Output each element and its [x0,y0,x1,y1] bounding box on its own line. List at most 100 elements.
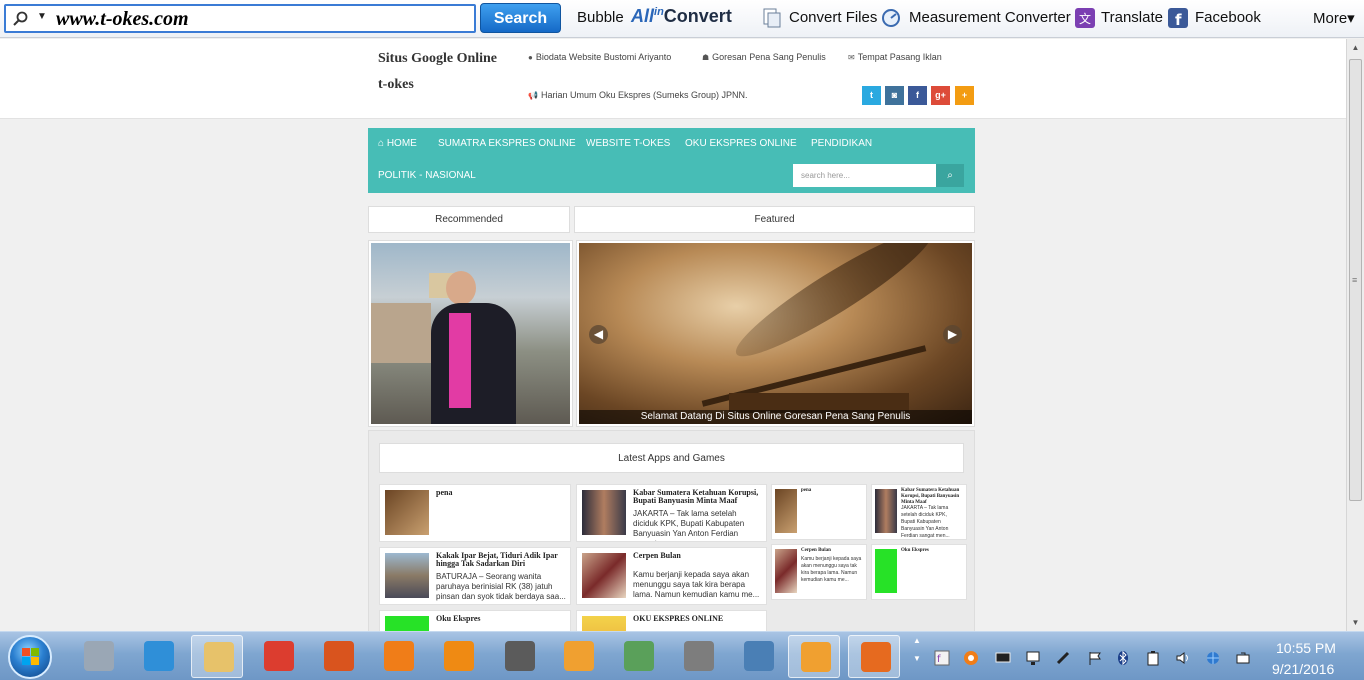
facebook-social-icon[interactable]: f [908,86,927,105]
network-monitor-taskbar-button[interactable] [732,635,784,678]
post-card[interactable]: OKU EKSPRES ONLINE [576,610,767,631]
vlc-taskbar-button[interactable] [432,635,484,678]
display-tray-icon[interactable] [995,650,1011,666]
post-title[interactable]: Oku Ekspres [436,615,566,623]
post-title[interactable]: Cerpen Bulan [633,552,762,560]
nav-politik[interactable]: POLITIK - NASIONAL [378,170,476,181]
nav-pendidikan[interactable]: PENDIDIKAN [811,138,872,149]
media-player-taskbar-button[interactable] [552,635,604,678]
featured-slider[interactable]: ◀ ▶ Selamat Datang Di Situs Online Gores… [576,240,975,427]
convert-files-link[interactable]: Convert Files [789,9,877,26]
flag-tray-icon[interactable] [1087,650,1103,666]
post-title[interactable]: pena [436,489,566,497]
photoscape-taskbar-button[interactable] [672,635,724,678]
post-card[interactable]: Oku Ekspres [379,610,571,631]
start-button[interactable] [8,635,52,679]
tab-featured[interactable]: Featured [574,206,975,233]
post-card-small[interactable]: pena [771,484,867,540]
tab-recommended[interactable]: Recommended [368,206,570,233]
post-card[interactable]: Kakak Ipar Bejat, Tiduri Adik Ipar hingg… [379,547,571,605]
header-link-biodata[interactable]: ● Biodata Website Bustomi Ariyanto [528,52,671,62]
allin-convert-logo[interactable]: AllinConvert [631,6,732,30]
avast-taskbar-button[interactable] [372,635,424,678]
post-title[interactable]: Kakak Ipar Bejat, Tiduri Adik Ipar hingg… [436,552,566,568]
more-menu[interactable]: More▾ [1313,9,1355,27]
post-title[interactable]: Kabar Sumatera Ketahuan Korupsi, Bupati … [633,489,762,505]
bluetooth-tray-icon[interactable] [1115,650,1131,666]
power-tray-icon[interactable] [1235,650,1251,666]
header-link-label: Biodata Website Bustomi Ariyanto [535,52,672,62]
bullhorn-icon: 📢 [528,91,538,100]
monitor-tray-icon[interactable] [1025,650,1041,666]
presentation-app-icon [324,641,354,671]
nav-home-label: HOME [386,138,417,149]
header-link-iklan[interactable]: ✉ Tempat Pasang Iklan [848,52,942,62]
post-title[interactable]: Kabar Sumatera Ketahuan Korupsi, Bupati … [901,488,962,506]
post-title[interactable]: Cerpen Bulan [801,548,862,554]
crosshair-app-taskbar-button[interactable] [493,635,545,678]
nav-website-tokes[interactable]: WEBSITE T-OKES [586,138,670,149]
post-card-small[interactable]: Cerpen Bulan Kamu berjanji kepada saya a… [771,544,867,600]
site-subtitle[interactable]: t-okes [378,77,414,93]
scroll-up-button[interactable]: ▲ [1347,39,1364,56]
nav-oku-ekspres[interactable]: OKU EKSPRES ONLINE [685,138,797,149]
plus-icon[interactable]: + [955,86,974,105]
post-card[interactable]: Kabar Sumatera Ketahuan Korupsi, Bupati … [576,484,767,542]
media-player-2-taskbar-button[interactable] [788,635,840,678]
post-card-small[interactable]: Oku Ekspres [871,544,967,600]
post-title[interactable]: pena [801,488,862,494]
clock-time[interactable]: 10:55 PM [1276,640,1336,656]
instagram-icon[interactable]: ◙ [885,86,904,105]
post-title[interactable]: Oku Ekspres [901,548,962,554]
nav-home[interactable]: ⌂ HOME [378,138,417,149]
volume-tray-icon[interactable] [1175,650,1191,666]
chrome-taskbar-button[interactable] [252,635,304,678]
recommended-image[interactable] [368,240,573,427]
post-card[interactable]: pena [379,484,571,542]
user-icon: ● [528,53,533,62]
bubble-link[interactable]: Bubble [577,9,624,26]
browser-toolbar: ▼ www.t-okes.com Search Bubble AllinConv… [0,0,1364,38]
post-thumbnail [582,616,626,631]
calculator-taskbar-button[interactable] [72,635,124,678]
battery-tray-icon[interactable] [1145,650,1161,666]
site-title[interactable]: Situs Google Online [378,51,497,67]
search-button[interactable]: Search [480,3,561,33]
vertical-scrollbar[interactable]: ▲ ≡ ▼ [1346,39,1364,631]
file-explorer-taskbar-button[interactable] [191,635,243,678]
slider-next-button[interactable]: ▶ [943,325,962,344]
firefox-taskbar-button[interactable] [848,635,900,678]
download-manager-taskbar-button[interactable] [612,635,664,678]
crosshair-app-icon [505,641,535,671]
clock-date[interactable]: 9/21/2016 [1272,661,1334,677]
measurement-converter-link[interactable]: Measurement Converter [909,9,1071,26]
header-link-goresan[interactable]: ☗ Goresan Pena Sang Penulis [702,52,826,62]
site-search-input[interactable]: search here... [793,164,936,187]
app-tray-icon[interactable]: f [934,650,950,666]
network-tray-icon[interactable] [1205,650,1221,666]
dropdown-caret-icon[interactable]: ▼ [37,11,47,22]
tool-tray-icon[interactable] [1055,650,1071,666]
avast-tray-icon[interactable] [963,650,979,666]
translate-link[interactable]: Translate [1101,9,1163,26]
presentation-app-taskbar-button[interactable] [312,635,364,678]
scroll-down-button[interactable]: ▼ [1347,614,1364,631]
post-card[interactable]: Cerpen Bulan Kamu berjanji kepada saya a… [576,547,767,605]
header-link-label: Harian Umum Oku Ekspres (Sumeks Group) J… [540,90,748,100]
search-submit-button[interactable]: ⌕ [936,164,964,187]
google-plus-icon[interactable]: g+ [931,86,950,105]
header-link-harian[interactable]: 📢 Harian Umum Oku Ekspres (Sumeks Group) … [528,90,748,100]
post-excerpt: BATURAJA – Seorang wanita paruhaya berin… [436,572,566,601]
taskbar-scroll-arrows[interactable]: ▲ ▼ [910,636,924,676]
post-title[interactable]: OKU EKSPRES ONLINE [633,615,762,623]
search-icon: ⌕ [947,170,953,181]
scroll-thumb[interactable]: ≡ [1349,59,1362,501]
internet-explorer-taskbar-button[interactable] [132,635,184,678]
address-bar[interactable]: ▼ www.t-okes.com [4,4,476,33]
post-card-small[interactable]: Kabar Sumatera Ketahuan Korupsi, Bupati … [871,484,967,540]
nav-sumatra-ekspres[interactable]: SUMATRA EKSPRES ONLINE [438,138,576,149]
facebook-link[interactable]: Facebook [1195,9,1261,26]
slider-prev-button[interactable]: ◀ [589,325,608,344]
url-text[interactable]: www.t-okes.com [56,8,189,31]
twitter-icon[interactable]: t [862,86,881,105]
